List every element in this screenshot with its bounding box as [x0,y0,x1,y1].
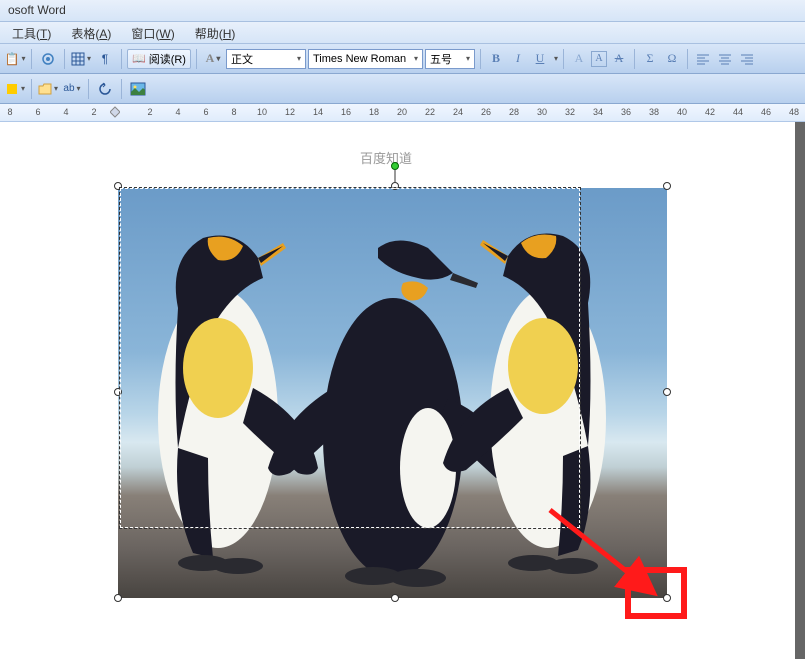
separator [563,49,564,69]
rotate-stem [395,168,396,182]
style-select[interactable]: 正文 ▾ [226,49,306,69]
separator [31,49,32,69]
omega-button[interactable]: Ω [662,49,682,69]
ruler-tick: 24 [453,107,463,117]
char-shading-button[interactable]: A [609,49,629,69]
handle-br[interactable] [663,594,671,602]
app-title: osoft Word [8,3,66,17]
inserted-image[interactable] [118,188,667,598]
ruler-tick: 12 [285,107,295,117]
ruler-tick: 30 [537,107,547,117]
menu-help[interactable]: 帮助(H) [191,24,240,41]
table-insert-button[interactable]: ▾ [70,48,92,70]
ruler-tick: 16 [341,107,351,117]
reading-mode-button[interactable]: 📖 阅读(R) [127,49,191,69]
separator [31,79,32,99]
ruler-tick: 40 [677,107,687,117]
ruler-tick: 18 [369,107,379,117]
image-button[interactable] [127,78,149,100]
rotate-handle[interactable] [391,162,399,170]
ruler-tick: 36 [621,107,631,117]
text-effect-a-button[interactable]: A [569,49,589,69]
folder-button[interactable]: ▾ [37,78,59,100]
separator [88,79,89,99]
ruler-tick: 44 [733,107,743,117]
menu-bar: 工具(T) 表格(A) 窗口(W) 帮助(H) [0,22,805,44]
separator [121,79,122,99]
ruler-tick: 6 [35,107,40,117]
italic-button[interactable]: I [508,49,528,69]
separator [121,49,122,69]
ruler-tick: 46 [761,107,771,117]
align-left-button[interactable] [693,49,713,69]
underline-menu[interactable]: ▾ [552,54,558,63]
ruler-tick: 14 [313,107,323,117]
separator [687,49,688,69]
handle-ml[interactable] [114,388,122,396]
handle-mr[interactable] [663,388,671,396]
book-icon: 📖 [132,52,146,65]
sum-button[interactable]: Σ [640,49,660,69]
link-button[interactable] [37,48,59,70]
indent-marker[interactable] [110,104,120,114]
title-bar: osoft Word [0,0,805,22]
ruler-tick: 34 [593,107,603,117]
handle-tl[interactable] [114,182,122,190]
char-border-button[interactable]: A [591,51,607,67]
ruler-tick: 38 [649,107,659,117]
separator [196,49,197,69]
align-right-button[interactable] [737,49,757,69]
ruler-tick: 26 [481,107,491,117]
ruler-tick: 48 [789,107,799,117]
ruler-tick: 32 [565,107,575,117]
menu-table[interactable]: 表格(A) [67,24,115,41]
ruler-tick: 8 [231,107,236,117]
read-label: 阅读(R) [149,51,186,67]
text-direction-button[interactable]: ab ▾ [61,78,83,100]
align-center-button[interactable] [715,49,735,69]
toolbar-standard: 📋▾ ▾ ¶ 📖 阅读(R) A▾ 正文 ▾ Times New Roman ▾… [0,44,805,74]
separator [64,49,65,69]
fontsize-select[interactable]: 五号 ▾ [425,49,475,69]
separator [634,49,635,69]
ruler-tick: 22 [425,107,435,117]
ruler-tick: 42 [705,107,715,117]
ruler-horizontal[interactable]: 8642246810121416182022242628303234363840… [0,104,805,122]
watermark-text: 百度知道 [360,148,412,167]
menu-window[interactable]: 窗口(W) [127,24,178,41]
ruler-tick: 28 [509,107,519,117]
underline-button[interactable]: U [530,49,550,69]
ruler-tick: 4 [63,107,68,117]
handle-tr[interactable] [663,182,671,190]
ruler-tick: 6 [203,107,208,117]
ruler-tick: 4 [175,107,180,117]
handle-tm[interactable] [391,182,399,190]
toolbar-picture: ▾ ▾ ab ▾ [0,74,805,104]
ruler-tick: 8 [7,107,12,117]
scrollbar-vertical[interactable] [795,122,805,659]
penguin-left [158,236,318,575]
paste-button[interactable]: 📋▾ [4,48,26,70]
ruler-tick: 10 [257,107,267,117]
color-button[interactable]: ▾ [4,78,26,100]
ruler-tick: 20 [397,107,407,117]
separator [480,49,481,69]
font-select[interactable]: Times New Roman ▾ [308,49,423,69]
ruler-tick: 2 [91,107,96,117]
ruler-tick: 2 [147,107,152,117]
show-hide-button[interactable]: ¶ [94,48,116,70]
font-style-aa-button[interactable]: A▾ [202,48,224,70]
handle-bl[interactable] [114,594,122,602]
menu-tools[interactable]: 工具(T) [8,24,55,41]
rotate-left-button[interactable] [94,78,116,100]
handle-bm[interactable] [391,594,399,602]
bold-button[interactable]: B [486,49,506,69]
